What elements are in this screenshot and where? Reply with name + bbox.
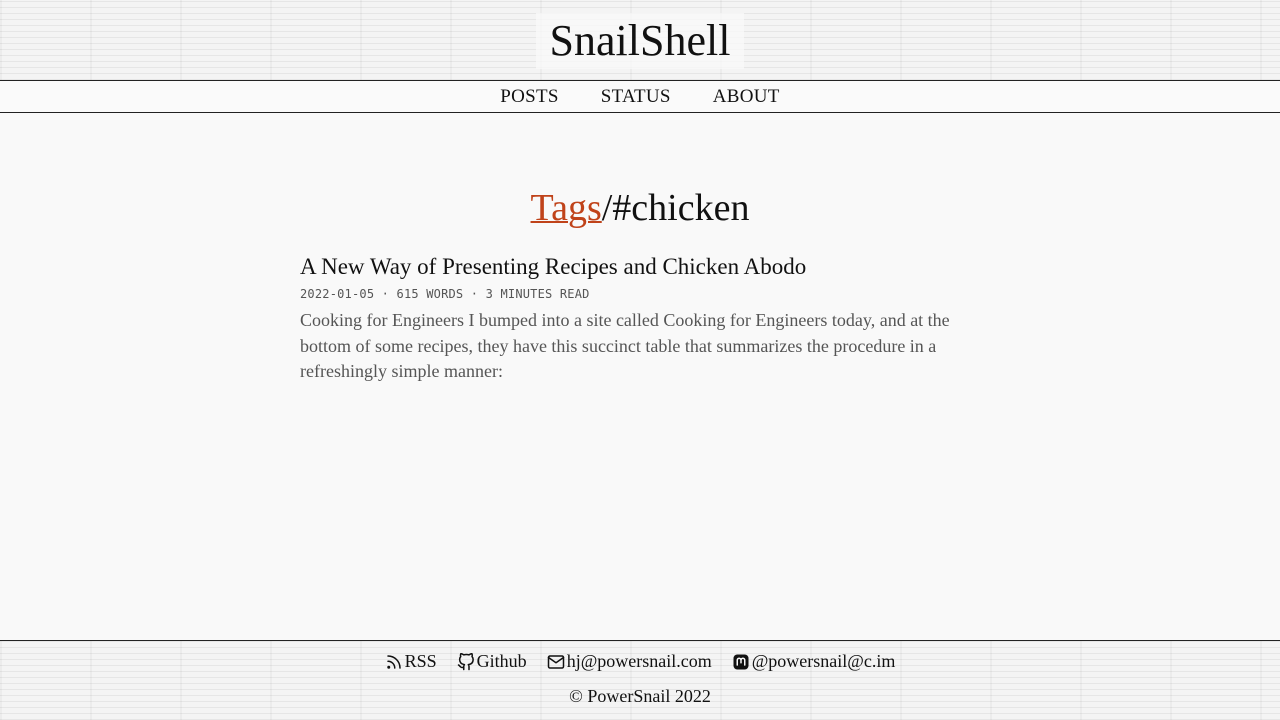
site-footer: RSS Github hj@powersnail.com @powersnail… bbox=[0, 640, 1280, 720]
mastodon-link[interactable]: @powersnail@c.im bbox=[732, 651, 896, 672]
copyright: © PowerSnail 2022 bbox=[569, 686, 711, 706]
page-heading: Tags/#chicken bbox=[0, 184, 1280, 232]
nav-status[interactable]: STATUS bbox=[601, 86, 671, 108]
github-icon bbox=[457, 652, 474, 670]
email-link[interactable]: hj@powersnail.com bbox=[547, 651, 712, 672]
email-label: hj@powersnail.com bbox=[566, 651, 712, 671]
mail-icon bbox=[547, 654, 564, 669]
site-title[interactable]: SnailShell bbox=[535, 13, 745, 69]
site-header: SnailShell bbox=[0, 0, 1280, 80]
tag-name: /#chicken bbox=[601, 187, 750, 229]
rss-icon bbox=[386, 654, 401, 669]
post-summary: Cooking for Engineers I bumped into a si… bbox=[300, 310, 950, 381]
post-title-link[interactable]: A New Way of Presenting Recipes and Chic… bbox=[300, 252, 980, 282]
post-item: A New Way of Presenting Recipes and Chic… bbox=[300, 252, 980, 385]
github-link[interactable]: Github bbox=[457, 651, 527, 672]
main-nav: POSTS STATUS ABOUT bbox=[0, 80, 1280, 113]
tags-link[interactable]: Tags bbox=[531, 187, 602, 229]
rss-label: RSS bbox=[404, 651, 437, 671]
nav-about[interactable]: ABOUT bbox=[713, 86, 780, 108]
mastodon-icon bbox=[733, 654, 749, 669]
github-label: Github bbox=[476, 651, 527, 671]
rss-link[interactable]: RSS bbox=[385, 651, 437, 672]
footer-links: RSS Github hj@powersnail.com @powersnail… bbox=[0, 651, 1280, 672]
post-meta: 2022-01-05 · 615 WORDS · 3 MINUTES READ bbox=[300, 287, 590, 301]
nav-posts[interactable]: POSTS bbox=[500, 86, 559, 108]
mastodon-label: @powersnail@c.im bbox=[751, 651, 896, 671]
